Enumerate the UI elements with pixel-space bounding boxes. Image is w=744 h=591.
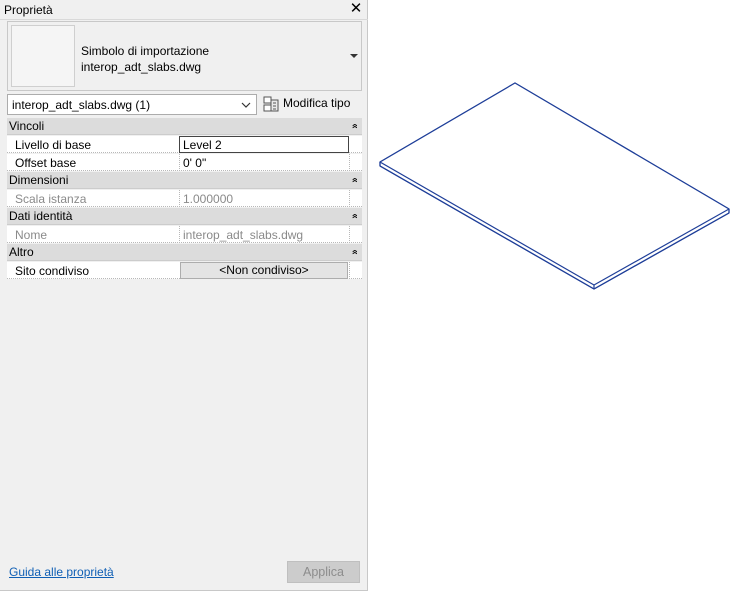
- properties-help-link[interactable]: Guida alle proprietà: [9, 565, 114, 579]
- property-label: Nome: [15, 228, 48, 242]
- property-row-offset-base: Offset base 0' 0": [7, 154, 362, 171]
- close-icon[interactable]: ✕: [348, 1, 364, 17]
- property-value: 1.000000: [183, 192, 234, 206]
- group-label: Altro: [9, 245, 34, 259]
- instance-filter-select[interactable]: interop_adt_slabs.dwg (1): [7, 94, 257, 115]
- collapse-icon[interactable]: »: [347, 124, 363, 129]
- sito-condiviso-button[interactable]: <Non condiviso>: [180, 262, 348, 279]
- property-value: <Non condiviso>: [219, 263, 309, 277]
- edit-type-icon: [263, 96, 279, 112]
- group-header-vincoli[interactable]: Vincoli »: [7, 118, 362, 135]
- type-selector[interactable]: Simbolo di importazione interop_adt_slab…: [7, 21, 362, 91]
- properties-palette: Proprietà ✕ Simbolo di importazione inte…: [0, 0, 368, 591]
- property-value: Level 2: [183, 138, 222, 152]
- collapse-icon[interactable]: »: [347, 178, 363, 183]
- nome-field: interop_adt_slabs.dwg: [179, 226, 349, 243]
- group-label: Vincoli: [9, 119, 45, 133]
- group-label: Dati identità: [9, 209, 73, 223]
- instance-filter-row: interop_adt_slabs.dwg (1) Modifica tipo: [7, 94, 362, 116]
- type-family-name: Simbolo di importazione: [81, 44, 210, 58]
- property-value: interop_adt_slabs.dwg: [183, 228, 304, 242]
- palette-title: Proprietà: [4, 3, 53, 17]
- properties-grid: Vincoli » Livello di base Level 2 Offset…: [7, 118, 362, 280]
- collapse-icon[interactable]: »: [347, 250, 363, 255]
- edit-type-label: Modifica tipo: [283, 96, 351, 110]
- property-row-nome: Nome interop_adt_slabs.dwg: [7, 226, 362, 243]
- group-label: Dimensioni: [9, 173, 69, 187]
- property-value: 0' 0": [183, 156, 207, 170]
- drawing-view[interactable]: [369, 0, 744, 591]
- apply-button[interactable]: Applica: [287, 561, 360, 583]
- type-preview-thumbnail: [11, 25, 75, 87]
- property-label: Livello di base: [15, 138, 92, 152]
- collapse-icon[interactable]: »: [347, 214, 363, 219]
- dropdown-arrow-icon[interactable]: [350, 54, 358, 58]
- type-selector-text: Simbolo di importazione interop_adt_slab…: [81, 43, 209, 75]
- row-divider: [349, 262, 350, 279]
- edit-type-button[interactable]: Modifica tipo: [260, 94, 362, 115]
- group-header-dimensioni[interactable]: Dimensioni »: [7, 172, 362, 189]
- palette-titlebar[interactable]: Proprietà ✕: [0, 0, 368, 20]
- type-name: interop_adt_slabs.dwg: [81, 60, 202, 74]
- group-header-altro[interactable]: Altro »: [7, 244, 362, 261]
- imported-slab-geometry[interactable]: [379, 82, 730, 290]
- scala-istanza-field: 1.000000: [179, 190, 349, 207]
- property-label: Sito condiviso: [15, 264, 90, 278]
- chevron-down-icon: [241, 102, 251, 108]
- instance-filter-value: interop_adt_slabs.dwg (1): [12, 98, 151, 112]
- property-label: Scala istanza: [15, 192, 87, 206]
- property-label: Offset base: [15, 156, 77, 170]
- property-row-sito-condiviso: Sito condiviso <Non condiviso>: [7, 262, 362, 279]
- offset-base-field[interactable]: 0' 0": [179, 154, 349, 171]
- row-divider: [349, 154, 350, 171]
- row-divider: [349, 190, 350, 207]
- row-divider: [349, 226, 350, 243]
- property-row-scala-istanza: Scala istanza 1.000000: [7, 190, 362, 207]
- livello-di-base-field[interactable]: Level 2: [179, 136, 349, 153]
- property-row-livello-di-base: Livello di base Level 2: [7, 136, 362, 153]
- group-header-dati-identita[interactable]: Dati identità »: [7, 208, 362, 225]
